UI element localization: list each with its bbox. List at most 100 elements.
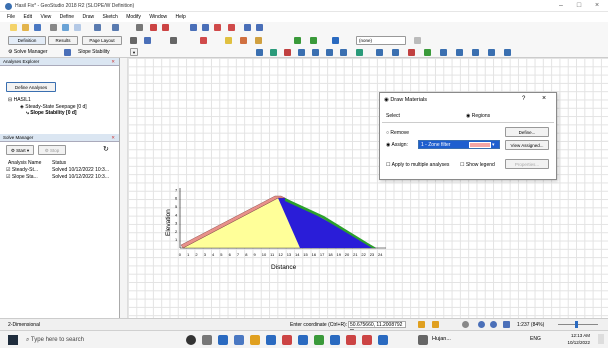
menu-window[interactable]: Window: [149, 12, 167, 22]
table-row[interactable]: ☑ Slope Sta... Solved 10/12/2022 10:3...: [6, 174, 118, 180]
start-button[interactable]: ⚙ Start ▾: [6, 145, 34, 155]
panel-close-icon[interactable]: ✕: [111, 58, 115, 66]
zoom-slider-track[interactable]: [558, 324, 598, 325]
solve-manager-button[interactable]: ⚙ Solve Manager: [8, 49, 48, 56]
menu-file[interactable]: File: [7, 12, 15, 22]
view-tool-icon-3[interactable]: [284, 49, 291, 56]
view-tool-icon-5[interactable]: [312, 49, 319, 56]
geometry-icon[interactable]: [170, 37, 177, 44]
materials-icon[interactable]: [294, 37, 301, 44]
pan-icon[interactable]: [462, 321, 469, 328]
zoom-slider-thumb[interactable]: [575, 321, 578, 328]
help-icon[interactable]: ?: [522, 96, 525, 102]
sketch-line-icon[interactable]: [162, 24, 169, 31]
app-icon-red[interactable]: [282, 335, 292, 345]
view-tool-icon-2[interactable]: [270, 49, 277, 56]
line-tool-icon[interactable]: [200, 37, 207, 44]
define-analyses-button[interactable]: Define Analyses: [6, 82, 56, 92]
zoom-extents-icon[interactable]: [503, 321, 510, 328]
save-icon[interactable]: [34, 24, 41, 31]
mark-icon[interactable]: [240, 37, 247, 44]
minimize-icon[interactable]: –: [554, 1, 568, 11]
pen-icon[interactable]: [225, 37, 232, 44]
view-tool-icon-16[interactable]: [488, 49, 495, 56]
region-select-icon[interactable]: [144, 37, 151, 44]
coord-input[interactable]: 50.675660, 11.2008792 m: [348, 321, 406, 334]
define-button[interactable]: Define...: [505, 127, 549, 137]
maximize-icon[interactable]: □: [572, 1, 586, 11]
regions-radio[interactable]: ◉ Regions: [466, 113, 490, 119]
redo-icon[interactable]: [112, 24, 119, 31]
word-icon[interactable]: [218, 335, 228, 345]
language-indicator[interactable]: ENG: [530, 336, 541, 342]
draw-point-icon[interactable]: [202, 24, 209, 31]
draw-region-icon[interactable]: [190, 24, 197, 31]
dialog-close-icon[interactable]: ×: [542, 95, 546, 102]
dropdown-arrow-icon[interactable]: [414, 37, 421, 44]
menu-draw[interactable]: Draw: [82, 12, 94, 22]
view-tool-icon-10[interactable]: [392, 49, 399, 56]
zoom-icon[interactable]: [136, 24, 143, 31]
view-tool-icon-7[interactable]: [340, 49, 347, 56]
grid-icon[interactable]: [432, 321, 439, 328]
menu-view[interactable]: View: [40, 12, 51, 22]
stop-button[interactable]: ⚙ Stop: [38, 145, 66, 155]
analysis-dropdown-icon[interactable]: ▾: [130, 48, 138, 56]
tree-root[interactable]: ⊟ HASIL1: [8, 97, 31, 103]
app-icon-green[interactable]: [314, 335, 324, 345]
apply-multi-checkbox[interactable]: ☐ Apply to multiple analyses: [386, 162, 449, 168]
copy-icon[interactable]: [62, 24, 69, 31]
slip-icon[interactable]: [255, 37, 262, 44]
close-icon[interactable]: ×: [590, 1, 604, 11]
remove-radio[interactable]: ○ Remove: [386, 130, 409, 136]
material-select[interactable]: 1 - Zone filter ▾: [418, 140, 500, 149]
menu-help[interactable]: Help: [176, 12, 186, 22]
table-icon[interactable]: [256, 24, 263, 31]
acrobat-icon[interactable]: [362, 335, 372, 345]
refresh-icon[interactable]: ↻: [103, 145, 109, 153]
sketch-tool-icon[interactable]: [150, 24, 157, 31]
view-tool-icon-14[interactable]: [456, 49, 463, 56]
cortana-icon[interactable]: [186, 335, 196, 345]
menu-modify[interactable]: Modify: [126, 12, 141, 22]
zoom-out-icon[interactable]: [490, 321, 497, 328]
word-doc-icon[interactable]: [378, 335, 388, 345]
results-button[interactable]: Results: [48, 36, 78, 45]
view-tool-icon-11[interactable]: [408, 49, 415, 56]
definition-button[interactable]: Definition: [8, 36, 46, 45]
geostudio-icon[interactable]: [298, 335, 308, 345]
view-tool-icon-8[interactable]: [356, 49, 363, 56]
open-file-icon[interactable]: [22, 24, 29, 31]
mesh-icon[interactable]: [332, 37, 339, 44]
chevron-down-icon[interactable]: ▾: [492, 141, 495, 149]
menu-define[interactable]: Define: [60, 12, 74, 22]
menu-sketch[interactable]: Sketch: [103, 12, 118, 22]
view-tool-icon-17[interactable]: [504, 49, 511, 56]
pore-water-icon[interactable]: [310, 37, 317, 44]
print-icon[interactable]: [50, 24, 57, 31]
zoom-in-icon[interactable]: [478, 321, 485, 328]
arrow-tool-icon[interactable]: [130, 37, 137, 44]
table-row[interactable]: ☑ Steady-St... Solved 10/12/2022 10:3...: [6, 167, 118, 173]
app-icon-blue[interactable]: [330, 335, 340, 345]
view-tool-icon-4[interactable]: [298, 49, 305, 56]
show-desktop-button[interactable]: [598, 334, 604, 344]
draw-bc-icon[interactable]: [228, 24, 235, 31]
view-tool-icon-9[interactable]: [376, 49, 383, 56]
view-tool-icon-15[interactable]: [472, 49, 479, 56]
windows-start-icon[interactable]: [8, 335, 18, 345]
view-tool-icon-13[interactable]: [440, 49, 447, 56]
paste-icon[interactable]: [74, 24, 81, 31]
explorer-icon[interactable]: [234, 335, 244, 345]
chrome-icon[interactable]: [250, 335, 260, 345]
scenario-select[interactable]: (none): [356, 36, 406, 45]
edge-icon[interactable]: [266, 335, 276, 345]
properties-button[interactable]: Properties...: [505, 159, 549, 169]
taskbar-search[interactable]: ⌕ Type here to search: [26, 333, 176, 347]
menu-edit[interactable]: Edit: [23, 12, 32, 22]
solve-panel-close-icon[interactable]: ✕: [111, 134, 115, 142]
tree-item-slope[interactable]: ⤷ Slope Stability [0 d]: [26, 110, 77, 116]
page-layout-button[interactable]: Page Layout: [82, 36, 122, 45]
analysis-selector[interactable]: Slope Stability: [78, 49, 110, 56]
graph-icon[interactable]: [244, 24, 251, 31]
